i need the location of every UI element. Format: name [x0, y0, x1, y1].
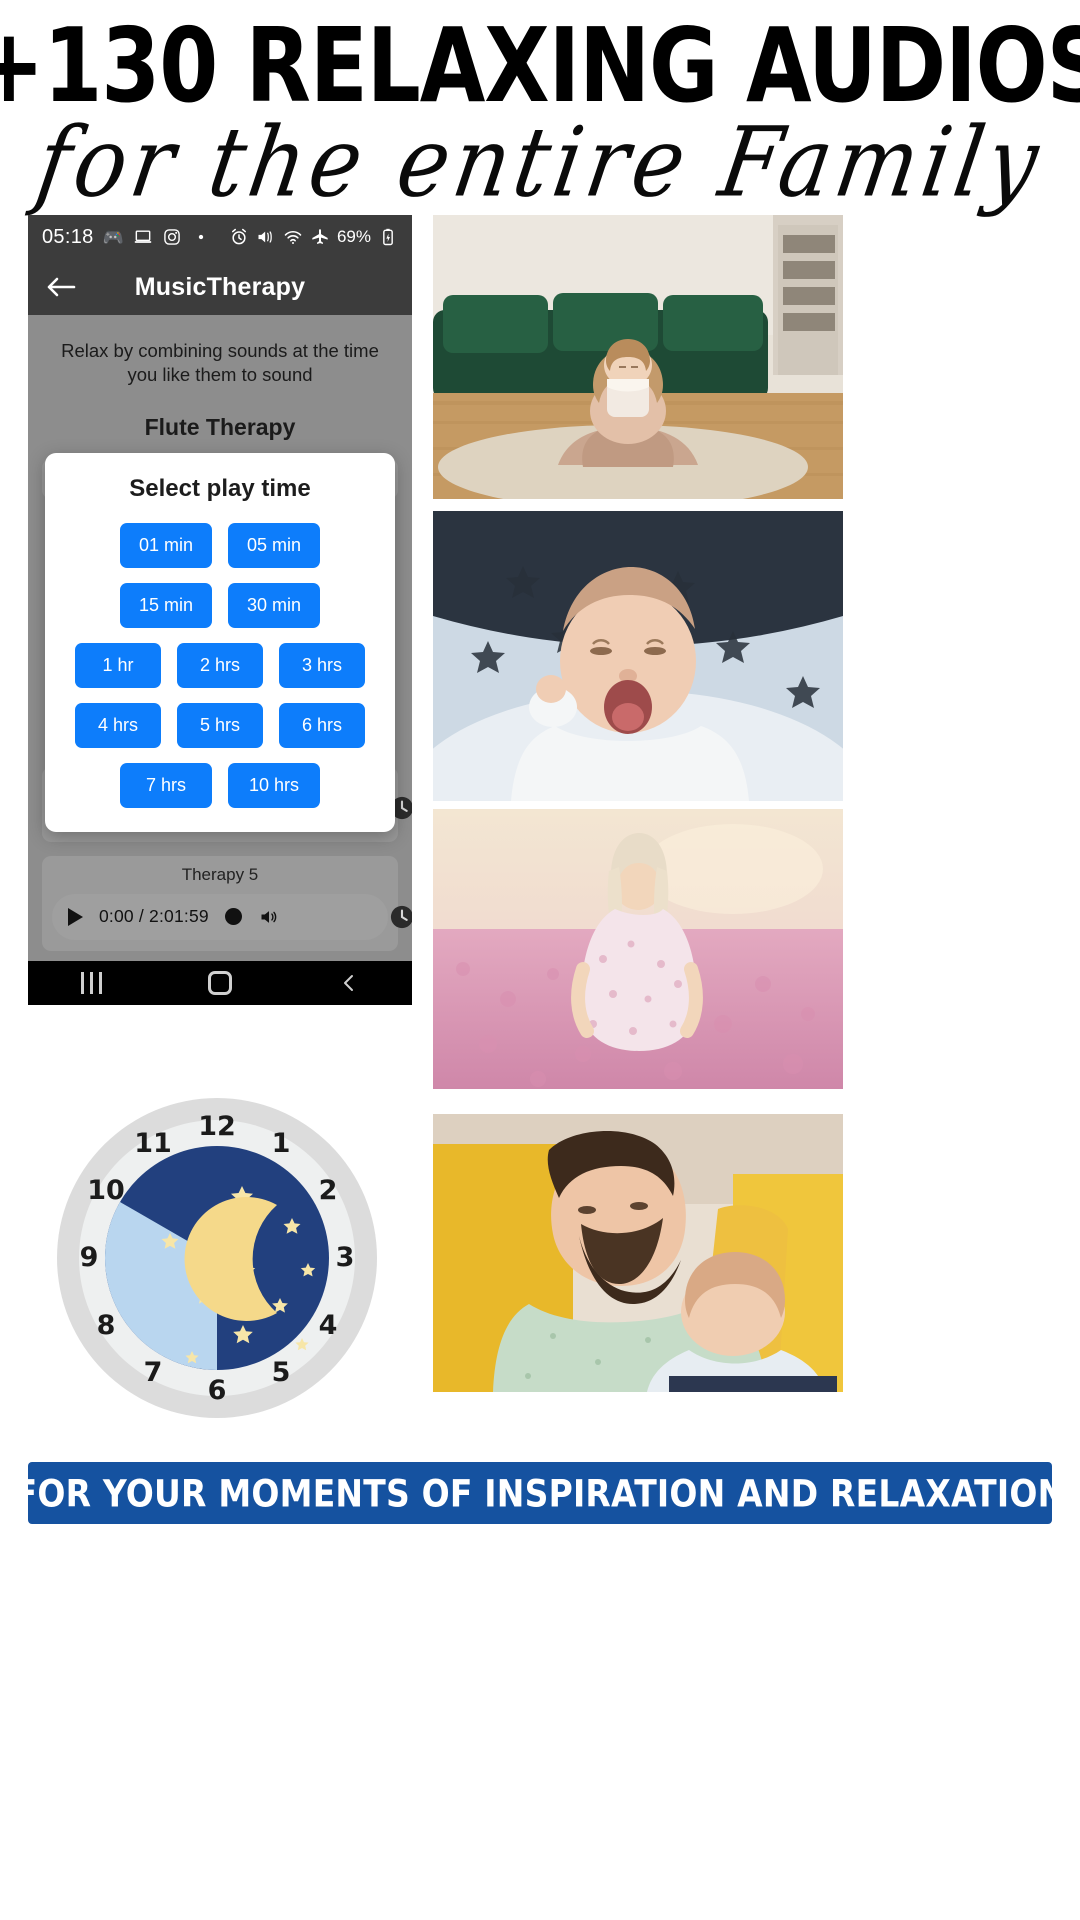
battery-percent: 69% [336, 227, 371, 246]
clock-number: 4 [319, 1310, 338, 1341]
instagram-icon [163, 229, 180, 245]
audio-player[interactable]: 0:00 / 2:01:59 [52, 893, 412, 940]
time-option-button[interactable]: 01 min [120, 523, 212, 568]
player-time: 0:00 / 2:01:59 [99, 906, 209, 927]
night-clock-graphic: 12 1 2 3 4 5 6 7 8 9 10 11 [52, 1093, 382, 1423]
home-button[interactable] [208, 971, 233, 995]
clock-number: 3 [336, 1242, 355, 1273]
time-button-row: 1 hr 2 hrs 3 hrs [59, 643, 381, 688]
photo-illustration [433, 511, 843, 801]
photo-illustration [433, 1114, 843, 1392]
intro-text: Relax by combining sounds at the time yo… [61, 340, 379, 386]
clock-number: 2 [319, 1175, 338, 1206]
clock-number: 12 [198, 1111, 236, 1142]
headline-script: for the entire Family [29, 107, 1051, 219]
timer-clock-icon[interactable] [388, 903, 412, 931]
pregnant-woman-field-photo [433, 809, 843, 1089]
record-dot-icon[interactable] [224, 908, 242, 926]
clock-number: 9 [80, 1242, 99, 1273]
yawning-baby-photo [433, 511, 843, 801]
time-option-button[interactable]: 15 min [120, 583, 212, 628]
airplane-mode-icon [312, 229, 328, 244]
bottom-banner: FOR YOUR MOMENTS OF INSPIRATION AND RELA… [15, 1462, 1065, 1524]
wifi-icon [284, 230, 302, 244]
dot-icon [198, 234, 203, 240]
recents-button[interactable] [81, 972, 103, 994]
clock-number: 6 [208, 1375, 227, 1406]
app-bar: MusicTherapy [28, 259, 412, 315]
status-bar-right-icons: 69% [229, 227, 398, 247]
back-arrow-icon[interactable] [46, 275, 76, 299]
select-play-time-dialog: Select play time 01 min 05 min 15 min 30… [45, 453, 395, 832]
play-icon[interactable] [68, 907, 83, 926]
clock-number: 7 [144, 1357, 163, 1388]
time-option-button[interactable]: 6 hrs [279, 703, 365, 748]
clock-illustration: 12 1 2 3 4 5 6 7 8 9 10 11 [57, 1098, 377, 1418]
headline-main: +130 RELAXING AUDIOS [0, 6, 1080, 126]
time-option-button[interactable]: 4 hrs [75, 703, 161, 748]
clock-number: 5 [272, 1357, 291, 1388]
clock-number: 11 [134, 1128, 172, 1159]
laptop-icon [134, 230, 152, 243]
dialog-title: Select play time [129, 475, 311, 502]
time-button-row: 15 min 30 min [59, 583, 381, 628]
clock-number: 8 [97, 1310, 116, 1341]
time-option-button[interactable]: 05 min [228, 523, 320, 568]
therapy-label: Therapy 5 [181, 864, 259, 884]
time-option-button[interactable]: 3 hrs [279, 643, 365, 688]
android-nav-bar [28, 961, 412, 1005]
photo-illustration [433, 215, 843, 499]
volume-icon[interactable] [258, 907, 280, 927]
section-title: Flute Therapy [144, 413, 296, 440]
time-button-row: 7 hrs 10 hrs [59, 763, 381, 808]
father-holding-baby-photo [433, 1114, 843, 1392]
game-app-icon: 🎮 [102, 227, 124, 247]
status-bar: 05:18 🎮 69% [28, 215, 412, 259]
time-option-button[interactable]: 1 hr [75, 643, 161, 688]
time-option-button[interactable]: 30 min [228, 583, 320, 628]
time-button-row: 01 min 05 min [59, 523, 381, 568]
clock-number: 10 [87, 1175, 125, 1206]
alarm-icon [231, 228, 246, 245]
battery-icon [383, 228, 393, 246]
time-option-button[interactable]: 10 hrs [228, 763, 320, 808]
clock-number: 1 [272, 1128, 291, 1159]
promo-page: +130 RELAXING AUDIOS for the entire Fami… [0, 0, 1080, 1920]
time-button-row: 4 hrs 5 hrs 6 hrs [59, 703, 381, 748]
status-bar-left-icons: 🎮 [103, 227, 211, 247]
photo-illustration [433, 809, 843, 1089]
banner-text: FOR YOUR MOMENTS OF INSPIRATION AND RELA… [14, 1471, 1066, 1515]
app-bar-title: MusicTherapy [134, 272, 306, 301]
pregnant-woman-meditating-photo [433, 215, 843, 499]
status-bar-time: 05:18 [42, 225, 94, 248]
mute-vibrate-icon [258, 231, 272, 243]
time-option-button[interactable]: 2 hrs [177, 643, 263, 688]
time-option-button[interactable]: 7 hrs [120, 763, 212, 808]
time-option-button[interactable]: 5 hrs [177, 703, 263, 748]
headline-block: +130 RELAXING AUDIOS for the entire Fami… [0, 6, 1080, 219]
therapy-card: Therapy 5 0:00 / 2:01:59 [42, 855, 412, 951]
nav-back-icon[interactable] [339, 973, 359, 993]
